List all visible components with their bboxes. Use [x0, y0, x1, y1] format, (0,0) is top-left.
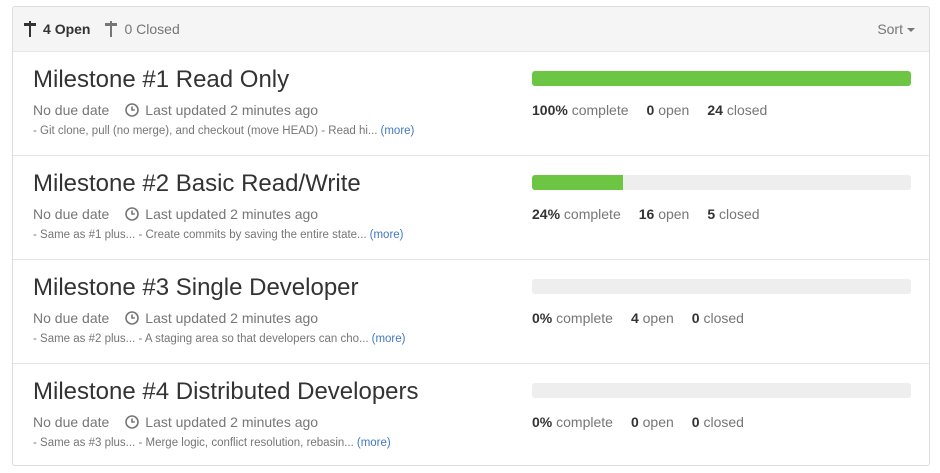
progress-bar	[532, 175, 911, 190]
closed-issues[interactable]: 0 closed	[692, 310, 744, 326]
progress-fill	[532, 175, 623, 190]
clock-icon	[125, 103, 140, 117]
sort-dropdown[interactable]: Sort	[877, 7, 915, 51]
open-issues[interactable]: 0 open	[647, 102, 690, 118]
closed-issues[interactable]: 5 closed	[707, 206, 759, 222]
due-date: No due date	[33, 102, 110, 118]
description-text: - Same as #3 plus... - Merge logic, conf…	[33, 437, 354, 449]
milestone-stats: 0% complete 4 open 0 closed	[532, 310, 762, 326]
milestone-meta: No due date Last updated 2 minutes ago	[33, 102, 318, 118]
milestone-description: - Same as #3 plus... - Merge logic, conf…	[33, 437, 391, 449]
milestones-list: 4 Open 0 Closed Sort Milestone #1 Read O…	[12, 6, 930, 466]
milestone-meta: No due date Last updated 2 minutes ago	[33, 206, 318, 222]
due-date: No due date	[33, 206, 110, 222]
percent-complete: 24% complete	[532, 206, 621, 222]
description-text: - Git clone, pull (no merge), and checko…	[33, 125, 378, 137]
due-date: No due date	[33, 414, 110, 430]
clock-icon	[125, 415, 140, 429]
milestone-description: - Same as #2 plus... - A staging area so…	[33, 333, 406, 345]
closed-issues[interactable]: 24 closed	[707, 102, 767, 118]
closed-count: 0	[124, 21, 133, 37]
due-date: No due date	[33, 310, 110, 326]
last-updated: Last updated 2 minutes ago	[145, 414, 319, 430]
milestone-title[interactable]: Milestone #1 Read Only	[33, 65, 289, 95]
more-link[interactable]: (more)	[370, 229, 404, 241]
open-label: Open	[54, 21, 91, 37]
progress-bar	[532, 71, 911, 86]
closed-milestones-filter[interactable]: 0 Closed	[104, 21, 180, 37]
milestone-description: - Same as #1 plus... - Create commits by…	[33, 229, 404, 241]
more-link[interactable]: (more)	[372, 333, 406, 345]
milestone-meta: No due date Last updated 2 minutes ago	[33, 414, 318, 430]
clock-icon	[125, 311, 140, 325]
progress-bar	[532, 279, 911, 294]
milestone-row: Milestone #2 Basic Read/Write No due date…	[13, 156, 929, 260]
percent-complete: 100% complete	[532, 102, 629, 118]
open-issues[interactable]: 16 open	[639, 206, 690, 222]
clock-icon	[125, 207, 140, 221]
closed-label: Closed	[136, 21, 180, 37]
open-count: 4	[43, 21, 51, 37]
description-text: - Same as #2 plus... - A staging area so…	[33, 333, 369, 345]
open-milestones-filter[interactable]: 4 Open	[23, 21, 90, 37]
milestone-title[interactable]: Milestone #4 Distributed Developers	[33, 377, 419, 407]
milestone-title[interactable]: Milestone #2 Basic Read/Write	[33, 169, 361, 199]
milestone-stats: 100% complete 0 open 24 closed	[532, 102, 785, 118]
chevron-down-icon	[907, 28, 915, 32]
milestone-icon	[104, 21, 118, 37]
milestone-row: Milestone #1 Read Only No due date Last up…	[13, 52, 929, 156]
more-link[interactable]: (more)	[357, 437, 391, 449]
more-link[interactable]: (more)	[381, 125, 415, 137]
milestone-stats: 0% complete 0 open 0 closed	[532, 414, 762, 430]
open-issues[interactable]: 0 open	[631, 414, 674, 430]
open-issues[interactable]: 4 open	[631, 310, 674, 326]
progress-fill	[532, 71, 911, 86]
milestone-row: Milestone #3 Single Developer No due date…	[13, 260, 929, 364]
progress-bar	[532, 383, 911, 398]
milestone-description: - Git clone, pull (no merge), and checko…	[33, 125, 414, 137]
closed-issues[interactable]: 0 closed	[692, 414, 744, 430]
milestone-stats: 24% complete 16 open 5 closed	[532, 206, 778, 222]
milestone-row: Milestone #4 Distributed Developers No du…	[13, 364, 929, 465]
last-updated: Last updated 2 minutes ago	[145, 102, 319, 118]
last-updated: Last updated 2 minutes ago	[145, 310, 319, 326]
milestone-title[interactable]: Milestone #3 Single Developer	[33, 273, 359, 303]
percent-complete: 0% complete	[532, 310, 613, 326]
milestones-header: 4 Open 0 Closed Sort	[13, 7, 929, 52]
percent-complete: 0% complete	[532, 414, 613, 430]
last-updated: Last updated 2 minutes ago	[145, 206, 319, 222]
description-text: - Same as #1 plus... - Create commits by…	[33, 229, 367, 241]
milestone-icon	[23, 21, 37, 37]
sort-label: Sort	[877, 21, 903, 37]
milestone-meta: No due date Last updated 2 minutes ago	[33, 310, 318, 326]
